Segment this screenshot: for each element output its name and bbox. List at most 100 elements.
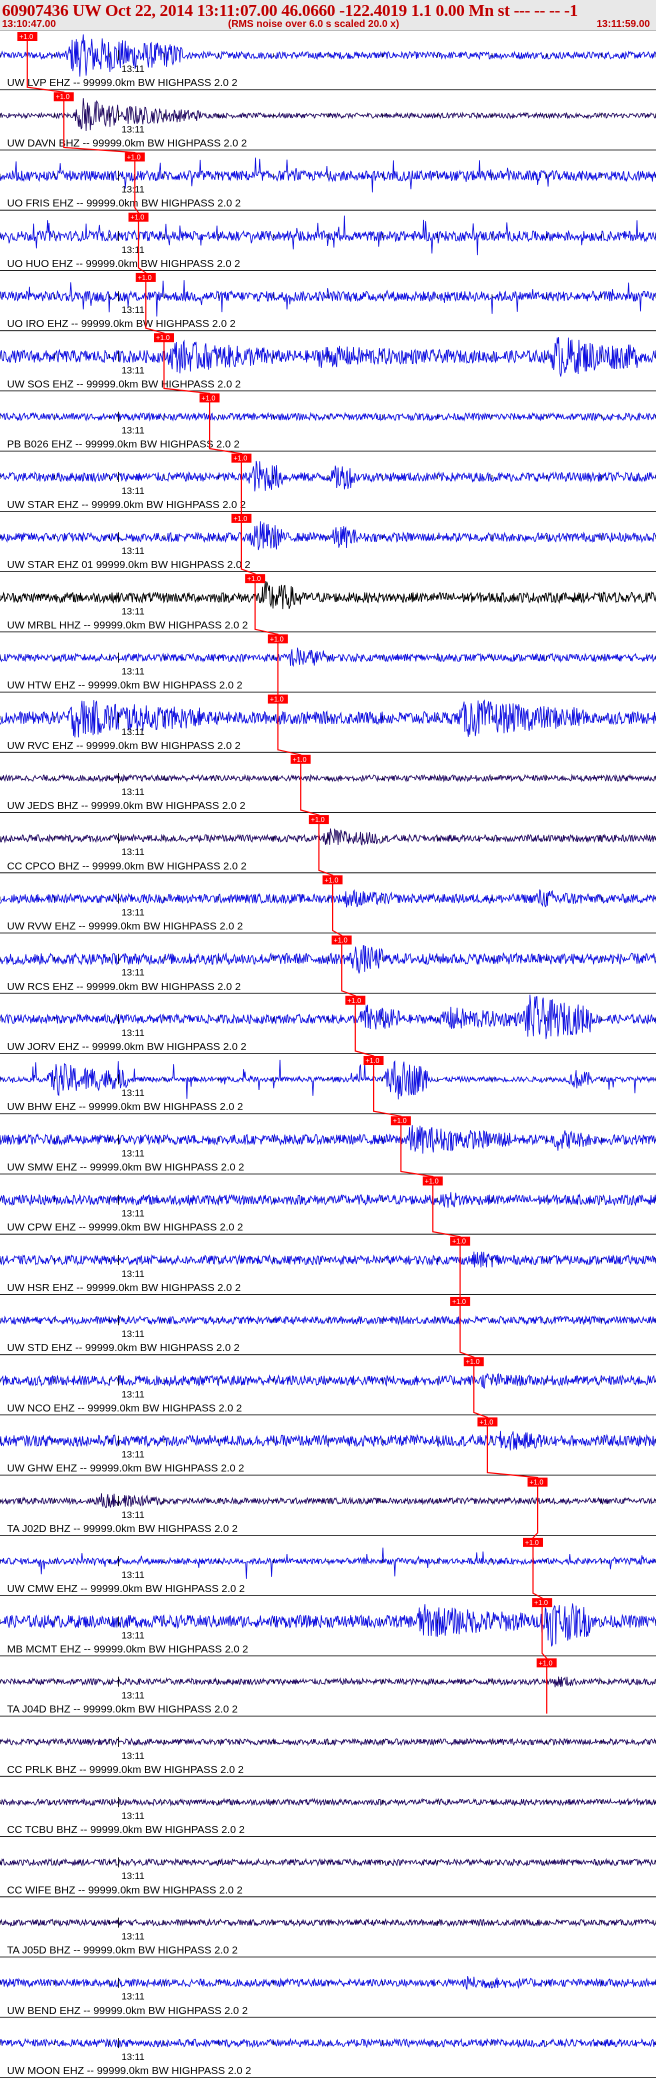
minute-tick-label: 13:11 <box>121 1209 144 1220</box>
pick-marker-label: +1.0 <box>534 1600 548 1607</box>
trace-label: CC CPCO BHZ -- 99999.0km BW HIGHPASS 2.0… <box>7 860 247 872</box>
minute-tick-label: 13:11 <box>121 1630 144 1641</box>
pick-marker-label: +1.0 <box>233 516 247 523</box>
minute-tick-label: 13:11 <box>121 1751 144 1762</box>
minute-tick-label: 13:11 <box>121 847 144 858</box>
trace-label: UW LVP EHZ -- 99999.0km BW HIGHPASS 2.0 … <box>7 77 238 89</box>
pick-marker-label: +1.0 <box>270 697 284 704</box>
minute-tick-label: 13:11 <box>121 245 144 256</box>
trace-label: UO IRO EHZ -- 99999.0km BW HIGHPASS 2.0 … <box>7 318 236 330</box>
trace-label: UW RCS EHZ -- 99999.0km BW HIGHPASS 2.0 … <box>7 981 241 993</box>
trace-row: 13:11 UW HTW EHZ -- 99999.0km BW HIGHPASS… <box>0 647 656 693</box>
waveform-line <box>0 1547 656 1579</box>
minute-tick-label: 13:11 <box>121 667 144 678</box>
pick-marker-label: +1.0 <box>130 215 144 222</box>
trace-row: 13:11 CC PRLK BHZ -- 99999.0km BW HIGHPAS… <box>0 1736 656 1777</box>
minute-tick-label: 13:11 <box>121 727 144 738</box>
trace-row: 13:11 UW BHW EHZ -- 99999.0km BW HIGHPASS… <box>0 1059 656 1115</box>
trace-label: UW SMW EHZ -- 99999.0km BW HIGHPASS 2.0 … <box>7 1161 244 1173</box>
pick-marker-label: +1.0 <box>233 456 247 463</box>
pick-marker-label: +1.0 <box>466 1359 480 1366</box>
trace-row: 13:11 UW HSR EHZ -- 99999.0km BW HIGHPASS… <box>0 1251 656 1295</box>
trace-label: UW MOON EHZ -- 99999.0km BW HIGHPASS 2.0… <box>7 2065 251 2077</box>
trace-row: 13:11 UW STAR EHZ 01 99999.0km BW HIGHPAS… <box>0 521 656 573</box>
minute-tick-label: 13:11 <box>121 968 144 979</box>
pick-marker-label: +1.0 <box>247 576 261 583</box>
minute-tick-label: 13:11 <box>121 365 144 376</box>
trace-label: CC TCBU BHZ -- 99999.0km BW HIGHPASS 2.0… <box>7 1824 245 1836</box>
trace-label: UW SOS EHZ -- 99999.0km BW HIGHPASS 2.0 … <box>7 378 241 390</box>
trace-label: UW HSR EHZ -- 99999.0km BW HIGHPASS 2.0 … <box>7 1282 241 1294</box>
trace-row: 13:11 TA J05D BHZ -- 99999.0km BW HIGHPAS… <box>0 1917 656 1958</box>
pick-marker-label: +1.0 <box>156 335 170 342</box>
trace-row: 13:11 UW DAVN BHZ -- 99999.0km BW HIGHPAS… <box>0 98 656 151</box>
trace-label: UW STAR EHZ -- 99999.0km BW HIGHPASS 2.0… <box>7 499 246 511</box>
minute-tick-label: 13:11 <box>121 305 144 316</box>
pick-marker-label: +1.0 <box>347 998 361 1005</box>
pick-marker-label: +1.0 <box>325 877 339 884</box>
trace-row: 13:11 UW GHW EHZ -- 99999.0km BW HIGHPASS… <box>0 1430 656 1476</box>
pick-marker-label: +1.0 <box>311 817 325 824</box>
trace-row: 13:11 UO IRO EHZ -- 99999.0km BW HIGHPASS… <box>0 280 656 332</box>
trace-row: 13:11 TA J02D BHZ -- 99999.0km BW HIGHPAS… <box>0 1493 656 1536</box>
waveform-line <box>0 994 656 1040</box>
pick-marker-label: +1.0 <box>479 1419 493 1426</box>
trace-label: UO HUO EHZ -- 99999.0km BW HIGHPASS 2.0 … <box>7 258 240 270</box>
pick-marker-label: +1.0 <box>293 757 307 764</box>
trace-row: 13:11 UO FRIS EHZ -- 99999.0km BW HIGHPAS… <box>0 157 656 211</box>
minute-tick-label: 13:11 <box>121 546 144 557</box>
trace-label: UW CMW EHZ -- 99999.0km BW HIGHPASS 2.0 … <box>7 1583 245 1595</box>
pick-marker-label: +1.0 <box>270 636 284 643</box>
trace-row: 13:11 UW CPW EHZ -- 99999.0km BW HIGHPASS… <box>0 1192 656 1235</box>
minute-tick-label: 13:11 <box>121 64 144 75</box>
trace-label: UW DAVN BHZ -- 99999.0km BW HIGHPASS 2.0… <box>7 137 247 149</box>
trace-label: TA J04D BHZ -- 99999.0km BW HIGHPASS 2.0… <box>7 1704 238 1716</box>
trace-row: 13:11 UW LVP EHZ -- 99999.0km BW HIGHPASS… <box>0 34 656 91</box>
trace-row: 13:11 TA J04D BHZ -- 99999.0km BW HIGHPAS… <box>0 1676 656 1717</box>
minute-tick-label: 13:11 <box>121 1450 144 1461</box>
minute-tick-label: 13:11 <box>121 1088 144 1099</box>
minute-tick-label: 13:11 <box>121 185 144 196</box>
trace-row: 13:11 UW SOS EHZ -- 99999.0km BW HIGHPASS… <box>0 337 656 392</box>
minute-tick-label: 13:11 <box>121 1931 144 1942</box>
trace-row: 13:11 UW JORV EHZ -- 99999.0km BW HIGHPAS… <box>0 994 656 1054</box>
trace-row: 13:11 CC WIFE BHZ -- 99999.0km BW HIGHPAS… <box>0 1857 656 1898</box>
minute-tick-label: 13:11 <box>121 1028 144 1039</box>
trace-label: UW RVW EHZ -- 99999.0km BW HIGHPASS 2.0 … <box>7 921 243 933</box>
trace-label: TA J02D BHZ -- 99999.0km BW HIGHPASS 2.0… <box>7 1523 238 1535</box>
minute-tick-label: 13:11 <box>121 1148 144 1159</box>
seismogram-svg: 13:11 UW LVP EHZ -- 99999.0km BW HIGHPASS… <box>0 32 656 2078</box>
minute-tick-label: 13:11 <box>121 124 144 135</box>
pick-marker-label: +1.0 <box>525 1540 539 1547</box>
minute-tick-label: 13:11 <box>121 1811 144 1822</box>
trace-label: UW CPW EHZ -- 99999.0km BW HIGHPASS 2.0 … <box>7 1222 243 1234</box>
minute-tick-label: 13:11 <box>121 1871 144 1882</box>
trace-row: 13:11 UW SMW EHZ -- 99999.0km BW HIGHPASS… <box>0 1125 656 1175</box>
minute-tick-label: 13:11 <box>121 1570 144 1581</box>
minute-tick-label: 13:11 <box>121 486 144 497</box>
trace-row: 13:11 UW RCS EHZ -- 99999.0km BW HIGHPASS… <box>0 945 656 994</box>
minute-tick-label: 13:11 <box>121 2052 144 2063</box>
trace-label: CC WIFE BHZ -- 99999.0km BW HIGHPASS 2.0… <box>7 1884 243 1896</box>
pick-marker-label: +1.0 <box>452 1299 466 1306</box>
minute-tick-label: 13:11 <box>121 426 144 437</box>
pick-marker-label: +1.0 <box>452 1239 466 1246</box>
minute-tick-label: 13:11 <box>121 907 144 918</box>
trace-label: UW JORV EHZ -- 99999.0km BW HIGHPASS 2.0… <box>7 1041 247 1053</box>
waveform-line <box>0 280 656 317</box>
trace-label: UW HTW EHZ -- 99999.0km BW HIGHPASS 2.0 … <box>7 680 243 692</box>
trace-label: UW BEND EHZ -- 99999.0km BW HIGHPASS 2.0… <box>7 2005 248 2017</box>
minute-tick-label: 13:11 <box>121 1510 144 1521</box>
seismogram-plot: 13:11 UW LVP EHZ -- 99999.0km BW HIGHPASS… <box>0 30 656 2078</box>
minute-tick-label: 13:11 <box>121 787 144 798</box>
trace-row: 13:11 UW MOON EHZ -- 99999.0km BW HIGHPAS… <box>0 2037 656 2078</box>
trace-row: 13:11 MB MCMT EHZ -- 99999.0km BW HIGHPAS… <box>0 1603 656 1657</box>
end-time: 13:11:59.00 <box>596 19 650 30</box>
trace-row: 13:11 UW CMW EHZ -- 99999.0km BW HIGHPASS… <box>0 1547 656 1597</box>
trace-label: UW BHW EHZ -- 99999.0km BW HIGHPASS 2.0 … <box>7 1101 243 1113</box>
minute-tick-label: 13:11 <box>121 606 144 617</box>
start-time: 13:10:47.00 <box>2 19 56 30</box>
trace-row: 13:11 UW STD EHZ -- 99999.0km BW HIGHPASS… <box>0 1315 656 1356</box>
trace-row: 13:11 PB B026 EHZ -- 99999.0km BW HIGHPAS… <box>0 411 656 452</box>
trace-label: CC PRLK BHZ -- 99999.0km BW HIGHPASS 2.0… <box>7 1764 244 1776</box>
